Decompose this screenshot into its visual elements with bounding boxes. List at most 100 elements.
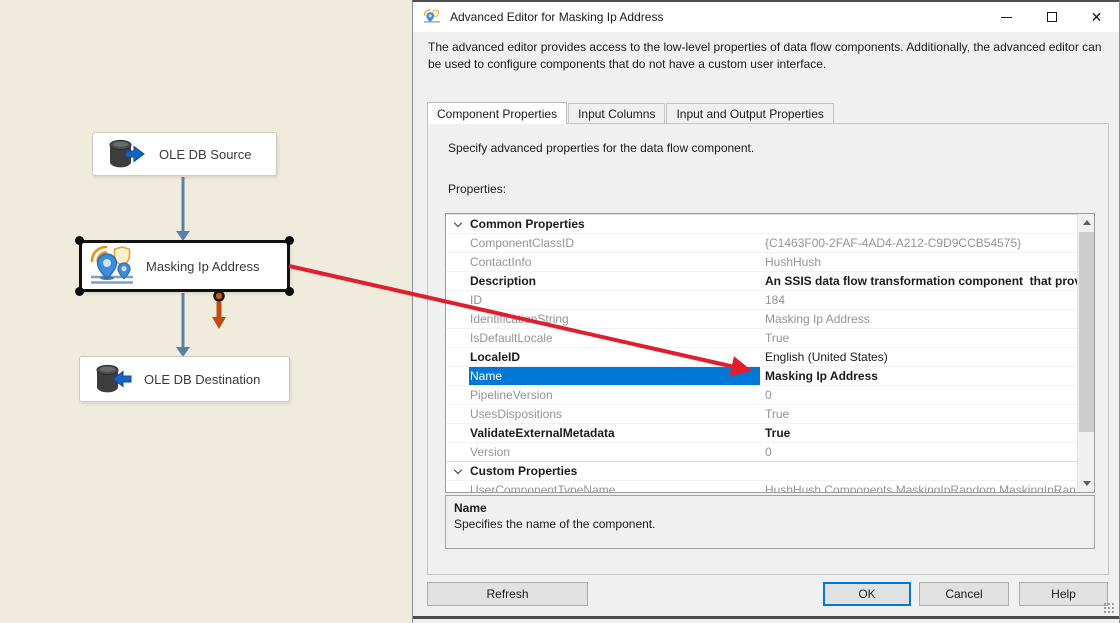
selection-handle[interactable] bbox=[75, 287, 84, 296]
property-description-title: Name bbox=[454, 501, 487, 515]
property-value[interactable]: True bbox=[760, 329, 1078, 347]
property-label[interactable]: IsDefaultLocale bbox=[469, 329, 760, 347]
property-value[interactable]: English (United States) bbox=[760, 348, 1078, 366]
properties-label: Properties: bbox=[448, 182, 507, 196]
dialog-description: The advanced editor provides access to t… bbox=[428, 40, 1102, 71]
property-value[interactable]: {C1463F00-2FAF-4AD4-A212-C9D9CCB54575} bbox=[760, 234, 1078, 252]
row-gutter bbox=[446, 481, 469, 492]
tab-component-properties[interactable]: Component Properties bbox=[427, 102, 568, 124]
row-gutter bbox=[446, 386, 469, 404]
property-label[interactable]: ValidateExternalMetadata bbox=[469, 424, 760, 442]
scroll-down-icon bbox=[1082, 481, 1091, 486]
property-value[interactable]: 0 bbox=[760, 443, 1078, 461]
scrollbar-thumb[interactable] bbox=[1079, 232, 1094, 432]
row-gutter bbox=[446, 367, 469, 385]
property-label[interactable]: ComponentClassID bbox=[469, 234, 760, 252]
close-button[interactable]: ✕ bbox=[1074, 2, 1119, 32]
scroll-down-button[interactable] bbox=[1078, 475, 1094, 492]
section-header-row[interactable]: Common Properties bbox=[446, 214, 1078, 233]
refresh-button[interactable]: Refresh bbox=[427, 582, 588, 606]
property-value[interactable]: HushHush.Components.MaskingIpRandom.Mask… bbox=[760, 481, 1078, 492]
property-row[interactable]: UserComponentTypeName HushHush.Components… bbox=[446, 480, 1078, 492]
section-header-row[interactable]: Custom Properties bbox=[446, 461, 1078, 480]
connector-lines bbox=[176, 177, 226, 357]
property-row[interactable]: ValidateExternalMetadata True bbox=[446, 423, 1078, 442]
property-label[interactable]: UsesDispositions bbox=[469, 405, 760, 423]
property-value[interactable]: True bbox=[760, 405, 1078, 423]
window-title: Advanced Editor for Masking Ip Address bbox=[450, 10, 664, 24]
property-label[interactable]: PipelineVersion bbox=[469, 386, 760, 404]
title-bar[interactable]: Advanced Editor for Masking Ip Address ✕ bbox=[413, 2, 1119, 32]
window-bottom-edge bbox=[413, 616, 1119, 619]
property-label[interactable]: LocaleID bbox=[469, 348, 760, 366]
help-button[interactable]: Help bbox=[1019, 582, 1108, 606]
property-row[interactable]: IdentificationString Masking Ip Address bbox=[446, 309, 1078, 328]
cancel-button[interactable]: Cancel bbox=[919, 582, 1009, 606]
node-label: OLE DB Source bbox=[159, 146, 252, 162]
property-label[interactable]: Description bbox=[469, 272, 760, 290]
maximize-button[interactable] bbox=[1029, 2, 1074, 32]
property-row[interactable]: Version 0 bbox=[446, 442, 1078, 461]
selection-handle[interactable] bbox=[75, 236, 84, 245]
minimize-icon bbox=[1001, 16, 1012, 18]
property-label[interactable]: UserComponentTypeName bbox=[469, 481, 760, 492]
maximize-icon bbox=[1046, 12, 1057, 22]
selection-handle[interactable] bbox=[285, 287, 294, 296]
property-description-text: Specifies the name of the component. bbox=[454, 517, 656, 531]
property-row[interactable]: UsesDispositions True bbox=[446, 404, 1078, 423]
property-row[interactable]: ID 184 bbox=[446, 290, 1078, 309]
node-ole-db-destination[interactable]: OLE DB Destination bbox=[79, 356, 290, 402]
property-label[interactable]: Name bbox=[469, 367, 760, 385]
node-masking-ip-address[interactable]: Masking Ip Address bbox=[79, 240, 290, 292]
scroll-up-icon bbox=[1082, 220, 1091, 225]
selection-handle[interactable] bbox=[285, 236, 294, 245]
property-description-panel: Name Specifies the name of the component… bbox=[445, 495, 1095, 549]
property-value[interactable]: HushHush bbox=[760, 253, 1078, 271]
property-label[interactable]: Version bbox=[469, 443, 760, 461]
chevron-down-icon[interactable] bbox=[453, 218, 462, 227]
property-label[interactable]: ID bbox=[469, 291, 760, 309]
property-value[interactable]: 0 bbox=[760, 386, 1078, 404]
node-ole-db-source[interactable]: OLE DB Source bbox=[92, 132, 277, 176]
row-gutter bbox=[446, 253, 469, 271]
property-value[interactable]: Masking Ip Address bbox=[760, 367, 1078, 385]
masking-ip-icon bbox=[88, 245, 136, 287]
minimize-button[interactable] bbox=[984, 2, 1029, 32]
row-gutter bbox=[446, 462, 469, 480]
property-value[interactable]: Masking Ip Address bbox=[760, 310, 1078, 328]
property-value[interactable]: 184 bbox=[760, 291, 1078, 309]
node-label: OLE DB Destination bbox=[144, 371, 261, 387]
property-row[interactable]: ContactInfo HushHush bbox=[446, 252, 1078, 271]
tab-input-output-properties[interactable]: Input and Output Properties bbox=[666, 103, 834, 123]
property-label[interactable]: IdentificationString bbox=[469, 310, 760, 328]
close-icon: ✕ bbox=[1090, 9, 1103, 25]
property-value[interactable]: True bbox=[760, 424, 1078, 442]
row-gutter bbox=[446, 348, 469, 366]
property-label[interactable]: ContactInfo bbox=[469, 253, 760, 271]
property-row[interactable]: Name Masking Ip Address bbox=[446, 366, 1078, 385]
property-row[interactable]: IsDefaultLocale True bbox=[446, 328, 1078, 347]
properties-grid[interactable]: Common Properties ComponentClassID {C1463F… bbox=[445, 213, 1095, 493]
vertical-scrollbar[interactable] bbox=[1077, 214, 1094, 492]
database-source-icon bbox=[105, 138, 145, 170]
resize-grip-icon[interactable] bbox=[1104, 603, 1115, 614]
scroll-up-button[interactable] bbox=[1078, 214, 1094, 231]
property-row[interactable]: PipelineVersion 0 bbox=[446, 385, 1078, 404]
app-icon bbox=[423, 8, 441, 26]
row-gutter bbox=[446, 443, 469, 461]
property-row[interactable]: ComponentClassID {C1463F00-2FAF-4AD4-A212… bbox=[446, 233, 1078, 252]
tab-instruction: Specify advanced properties for the data… bbox=[448, 141, 755, 155]
properties-grid-rows: Common Properties ComponentClassID {C1463F… bbox=[446, 214, 1078, 492]
chevron-down-icon[interactable] bbox=[453, 465, 462, 474]
property-value[interactable]: An SSIS data flow transformation compone… bbox=[760, 272, 1078, 290]
row-gutter bbox=[446, 424, 469, 442]
row-gutter bbox=[446, 234, 469, 252]
node-label: Masking Ip Address bbox=[146, 258, 260, 274]
tab-input-columns[interactable]: Input Columns bbox=[568, 103, 666, 123]
property-row[interactable]: Description An SSIS data flow transformat… bbox=[446, 271, 1078, 290]
dataflow-canvas: OLE DB Source Masking Ip Address OLE DB … bbox=[0, 0, 412, 623]
component-properties-tab-page: Specify advanced properties for the data… bbox=[427, 123, 1109, 575]
ok-button[interactable]: OK bbox=[823, 582, 911, 606]
row-gutter bbox=[446, 310, 469, 328]
property-row[interactable]: LocaleID English (United States) bbox=[446, 347, 1078, 366]
